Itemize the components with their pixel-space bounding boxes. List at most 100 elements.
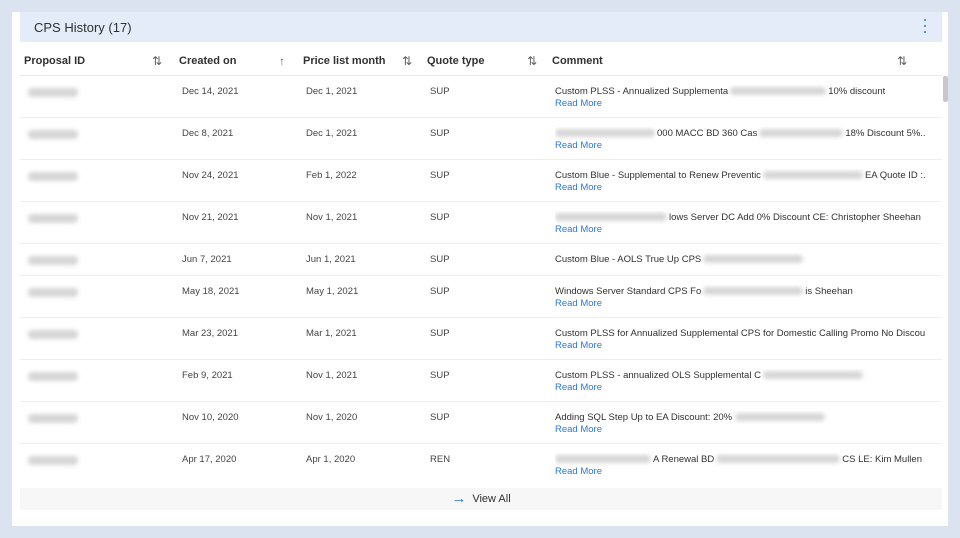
column-label: Comment <box>552 55 603 67</box>
table-row[interactable]: Feb 9, 2021 Nov 1, 2021 SUP Custom PLSS … <box>20 360 942 402</box>
sort-icon[interactable]: ⇅ <box>402 54 412 68</box>
table-row[interactable]: Jun 7, 2021 Jun 1, 2021 SUP Custom Blue … <box>20 244 942 276</box>
proposal-id-redacted <box>28 288 78 297</box>
comment-text: is Sheehan <box>805 286 853 297</box>
sort-ascending-icon[interactable]: ↑ <box>279 54 285 68</box>
sort-icon[interactable]: ⇅ <box>897 54 907 68</box>
table-row[interactable]: Dec 14, 2021 Dec 1, 2021 SUP Custom PLSS… <box>20 76 942 118</box>
table-body: Dec 14, 2021 Dec 1, 2021 SUP Custom PLSS… <box>20 76 942 486</box>
quote-type-cell: SUP <box>430 170 450 181</box>
price-list-month-cell: Apr 1, 2020 <box>306 454 356 465</box>
proposal-id-redacted <box>28 256 78 265</box>
comment-cell: Windows Server Standard CPS Fo is Sheehan… <box>555 285 925 310</box>
comment-text: Custom PLSS - annualized OLS Supplementa… <box>555 370 761 381</box>
quote-type-cell: SUP <box>430 412 450 423</box>
comment-cell: Custom Blue - AOLS True Up CPS <box>555 253 925 266</box>
column-header-price-list-month[interactable]: Price list month <box>303 48 386 74</box>
comment-cell: Custom PLSS - Annualized Supplementa 10% … <box>555 85 925 110</box>
table-row[interactable]: Dec 8, 2021 Dec 1, 2021 SUP 000 MACC BD … <box>20 118 942 160</box>
table-row[interactable]: Mar 23, 2021 Mar 1, 2021 SUP Custom PLSS… <box>20 318 942 360</box>
more-vertical-icon[interactable] <box>922 19 928 33</box>
column-header-proposal-id[interactable]: Proposal ID <box>24 48 85 74</box>
redacted-text <box>555 213 667 222</box>
read-more-link[interactable]: Read More <box>555 140 602 152</box>
created-on-cell: Dec 14, 2021 <box>182 86 239 97</box>
comment-cell: A Renewal BD CS LE: Kim Mullen CE... Read… <box>555 453 925 478</box>
proposal-id-redacted <box>28 88 78 97</box>
arrow-right-icon: → <box>451 490 467 507</box>
table-row[interactable]: Nov 21, 2021 Nov 1, 2021 SUP lows Server… <box>20 202 942 244</box>
created-on-cell: Mar 23, 2021 <box>182 328 238 339</box>
comment-text: A Renewal BD <box>653 454 715 465</box>
price-list-month-cell: Nov 1, 2020 <box>306 412 358 423</box>
column-header-created-on[interactable]: Created on <box>179 48 236 74</box>
comment-text: 10% discount <box>828 86 886 97</box>
scrollbar[interactable] <box>943 76 948 102</box>
comment-cell: Adding SQL Step Up to EA Discount: 20% R… <box>555 411 925 436</box>
proposal-id-redacted <box>28 214 78 223</box>
sort-icon[interactable]: ⇅ <box>152 54 162 68</box>
created-on-cell: Jun 7, 2021 <box>182 254 232 265</box>
quote-type-cell: SUP <box>430 370 450 381</box>
price-list-month-cell: Nov 1, 2021 <box>306 212 358 223</box>
comment-text: 18% Discount 5%... <box>845 128 925 139</box>
proposal-id-redacted <box>28 372 78 381</box>
created-on-cell: Apr 17, 2020 <box>182 454 237 465</box>
column-label: Proposal ID <box>24 55 86 67</box>
read-more-link[interactable]: Read More <box>555 424 602 436</box>
redacted-text <box>555 129 655 138</box>
quote-type-cell: REN <box>430 454 451 465</box>
comment-text: lows Server DC Add 0% Discount CE: Chris… <box>669 212 921 223</box>
comment-text: 000 MACC BD 360 Cas <box>657 128 758 139</box>
redacted-text <box>703 255 804 264</box>
created-on-cell: Dec 8, 2021 <box>182 128 234 139</box>
table-row[interactable]: Nov 10, 2020 Nov 1, 2020 SUP Adding SQL … <box>20 402 942 444</box>
read-more-link[interactable]: Read More <box>555 98 602 110</box>
comment-text: Adding SQL Step Up to EA Discount: 20% <box>555 412 733 423</box>
read-more-link[interactable]: Read More <box>555 466 602 478</box>
view-all-button[interactable]: → View All <box>451 490 511 507</box>
price-list-month-cell: Mar 1, 2021 <box>306 328 357 339</box>
table-row[interactable]: May 18, 2021 May 1, 2021 SUP Windows Ser… <box>20 276 942 318</box>
view-all-label: View All <box>472 493 511 505</box>
comment-text: Windows Server Standard CPS Fo <box>555 286 702 297</box>
read-more-link[interactable]: Read More <box>555 340 602 352</box>
table-footer: → View All <box>20 488 942 510</box>
redacted-text <box>716 455 841 464</box>
created-on-cell: Nov 24, 2021 <box>182 170 239 181</box>
proposal-id-redacted <box>28 130 78 139</box>
redacted-text <box>735 413 826 422</box>
redacted-text <box>703 287 804 296</box>
column-header-quote-type[interactable]: Quote type <box>427 48 484 74</box>
comment-cell: Custom Blue - Supplemental to Renew Prev… <box>555 169 925 194</box>
proposal-id-redacted <box>28 330 78 339</box>
created-on-cell: May 18, 2021 <box>182 286 240 297</box>
price-list-month-cell: Nov 1, 2021 <box>306 370 358 381</box>
read-more-link[interactable]: Read More <box>555 382 602 394</box>
price-list-month-cell: Jun 1, 2021 <box>306 254 356 265</box>
proposal-id-redacted <box>28 172 78 181</box>
table-row[interactable]: Apr 17, 2020 Apr 1, 2020 REN A Renewal B… <box>20 444 942 486</box>
column-header-comment[interactable]: Comment <box>552 48 603 74</box>
comment-cell: 000 MACC BD 360 Cas 18% Discount 5%... Re… <box>555 127 925 152</box>
comment-text: Custom Blue - Supplemental to Renew Prev… <box>555 170 761 181</box>
read-more-link[interactable]: Read More <box>555 182 602 194</box>
price-list-month-cell: Feb 1, 2022 <box>306 170 357 181</box>
created-on-cell: Feb 9, 2021 <box>182 370 233 381</box>
sort-icon[interactable]: ⇅ <box>527 54 537 68</box>
read-more-link[interactable]: Read More <box>555 224 602 236</box>
quote-type-cell: SUP <box>430 128 450 139</box>
panel-header: CPS History (17) <box>20 12 942 42</box>
comment-cell: lows Server DC Add 0% Discount CE: Chris… <box>555 211 925 236</box>
comment-text: Custom PLSS for Annualized Supplemental … <box>555 328 925 339</box>
table-row[interactable]: Nov 24, 2021 Feb 1, 2022 SUP Custom Blue… <box>20 160 942 202</box>
proposal-id-redacted <box>28 456 78 465</box>
column-label: Created on <box>179 55 237 67</box>
column-label: Quote type <box>427 55 485 67</box>
panel-title: CPS History (17) <box>34 19 132 35</box>
comment-text: CS LE: Kim Mullen CE... <box>842 454 925 465</box>
read-more-link[interactable]: Read More <box>555 298 602 310</box>
column-label: Price list month <box>303 55 386 67</box>
redacted-text <box>759 129 844 138</box>
price-list-month-cell: May 1, 2021 <box>306 286 359 297</box>
